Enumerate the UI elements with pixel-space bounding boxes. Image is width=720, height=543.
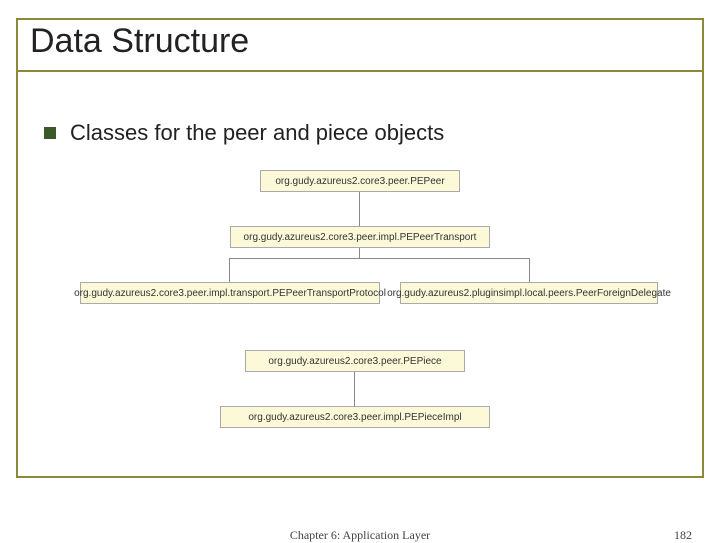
connector-line: [354, 372, 355, 406]
slide-title: Data Structure: [28, 22, 255, 65]
connector-line: [229, 258, 230, 282]
square-bullet-icon: [44, 127, 56, 139]
connector-line: [229, 258, 530, 259]
node-pepiece: org.gudy.azureus2.core3.peer.PEPiece: [245, 350, 465, 372]
node-transport-protocol: org.gudy.azureus2.core3.peer.impl.transp…: [80, 282, 380, 304]
node-pepeer: org.gudy.azureus2.core3.peer.PEPeer: [260, 170, 460, 192]
node-foreign-delegate: org.gudy.azureus2.pluginsimpl.local.peer…: [400, 282, 658, 304]
node-pepeer-transport: org.gudy.azureus2.core3.peer.impl.PEPeer…: [230, 226, 490, 248]
node-pepiece-impl: org.gudy.azureus2.core3.peer.impl.PEPiec…: [220, 406, 490, 428]
connector-line: [359, 248, 360, 258]
connector-line: [529, 258, 530, 282]
title-underline: [16, 70, 704, 72]
footer-page-number: 182: [674, 528, 692, 543]
bullet-row: Classes for the peer and piece objects: [44, 120, 444, 146]
connector-line: [359, 192, 360, 226]
class-diagram: org.gudy.azureus2.core3.peer.PEPeer org.…: [70, 170, 650, 460]
footer-chapter: Chapter 6: Application Layer: [0, 528, 720, 543]
bullet-text: Classes for the peer and piece objects: [70, 120, 444, 146]
